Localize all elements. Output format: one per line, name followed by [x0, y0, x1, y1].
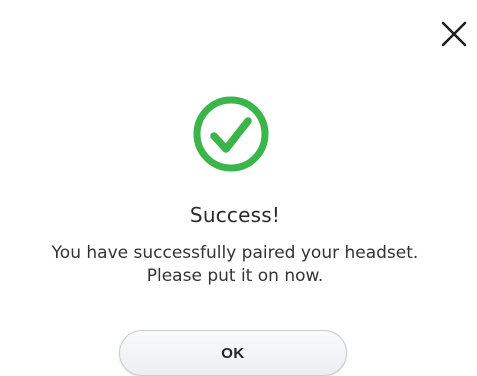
- pairing-success-dialog: Success! You have successfully paired yo…: [0, 0, 477, 376]
- check-circle-icon: [193, 96, 269, 172]
- dialog-title: Success!: [189, 203, 281, 227]
- ok-button[interactable]: OK: [119, 330, 347, 376]
- message-line-1: You have successfully paired your headse…: [51, 243, 419, 263]
- close-icon: [441, 21, 467, 47]
- message-line-2: Please put it on now.: [146, 266, 324, 286]
- dialog-message: You have successfully paired your headse…: [0, 242, 470, 288]
- close-button[interactable]: [436, 16, 472, 52]
